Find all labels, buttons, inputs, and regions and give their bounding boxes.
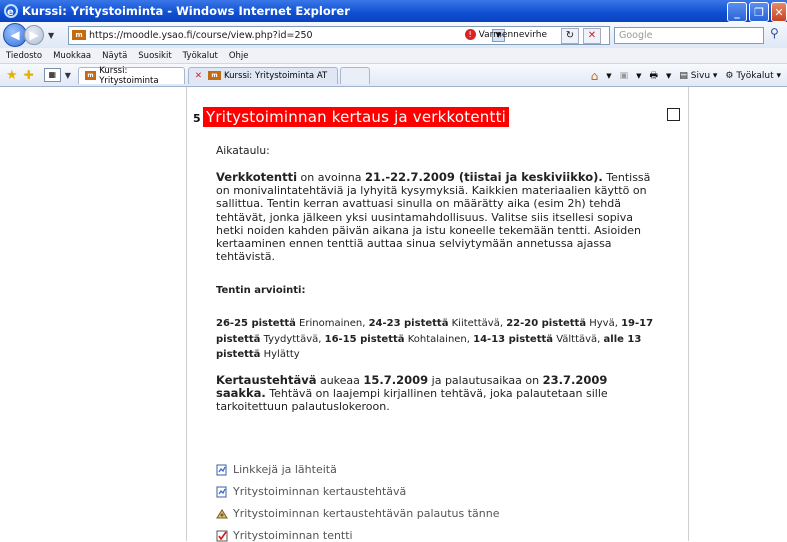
exam-intro-paragraph: Verkkotentti on avoinna 21.-22.7.2009 (t… xyxy=(216,170,661,264)
resource-link-submission[interactable]: Yritystoiminnan kertaustehtävän palautus… xyxy=(216,507,500,520)
moodle-favicon-icon: m xyxy=(72,30,86,40)
task-term: Kertaustehtävä xyxy=(216,373,317,387)
menu-file[interactable]: Tiedosto xyxy=(6,51,42,61)
certificate-error[interactable]: ! Varmennevirhe xyxy=(464,28,547,42)
tab-list-dropdown-icon[interactable]: ▼ xyxy=(65,71,71,80)
search-input[interactable]: Google xyxy=(614,26,764,44)
page-content: 5 Yritystoiminnan kertaus ja verkkotentt… xyxy=(0,87,787,542)
grade-label: Tyydyttävä, xyxy=(260,333,325,345)
exam-text: on avoinna xyxy=(297,171,365,184)
resource-label: Yritystoiminnan kertaustehtävän palautus… xyxy=(233,507,500,520)
section-number: 5 xyxy=(193,112,201,125)
tools-menu-label: Työkalut xyxy=(736,71,774,81)
grade-label: Hyvä, xyxy=(586,318,622,329)
page-menu-label: Sivu xyxy=(690,71,711,81)
section-highlight-checkbox[interactable] xyxy=(667,108,680,121)
shield-error-icon: ! xyxy=(464,29,476,40)
exam-term: Verkkotentti xyxy=(216,170,298,184)
resource-link-review-task[interactable]: Yritystoiminnan kertaustehtävä xyxy=(216,485,406,498)
tab-label: Kurssi: Yritystoiminta AT xyxy=(224,70,328,81)
menu-edit[interactable]: Muokkaa xyxy=(53,51,91,61)
feeds-icon[interactable]: ▣ xyxy=(620,71,629,81)
forward-button[interactable]: ▶ xyxy=(24,25,44,45)
task-paragraph: Kertaustehtävä aukeaa 15.7.2009 ja palau… xyxy=(216,373,661,414)
feeds-dropdown-icon[interactable]: ▼ xyxy=(636,72,641,80)
grading-paragraph: 26-25 pistettä Erinomainen, 24-23 pistet… xyxy=(216,316,661,363)
grade-points: 16-15 pistettä xyxy=(324,333,405,345)
task-open-date: 15.7.2009 xyxy=(363,373,429,387)
task-description: Tehtävä on laajempi kirjallinen tehtävä,… xyxy=(216,387,608,414)
add-favorites-icon[interactable]: ✚ xyxy=(24,68,34,82)
resource-link-exam[interactable]: Yritystoiminnan tentti xyxy=(216,529,353,542)
menu-view[interactable]: Näytä xyxy=(102,51,127,61)
assignment-icon xyxy=(216,508,228,518)
moodle-favicon-icon: m xyxy=(208,71,221,80)
grade-label: Hylätty xyxy=(260,349,300,360)
menu-tools[interactable]: Työkalut xyxy=(183,51,218,61)
svg-text:e: e xyxy=(7,7,14,18)
minimize-button[interactable]: _ xyxy=(727,2,747,22)
exam-dates: 21.-22.7.2009 (tiistai ja keskiviikko). xyxy=(364,170,603,184)
column-divider xyxy=(186,87,187,541)
home-icon[interactable]: ⌂ xyxy=(591,69,599,83)
page-menu[interactable]: ▤ Sivu ▾ xyxy=(679,71,717,81)
print-dropdown-icon[interactable]: ▼ xyxy=(666,72,671,80)
grading-title: Tentin arviointi: xyxy=(216,285,306,296)
stop-button[interactable]: ✕ xyxy=(583,27,601,44)
refresh-button[interactable]: ↻ xyxy=(561,27,579,44)
search-placeholder: Google xyxy=(619,29,653,41)
grade-label: Erinomainen, xyxy=(295,318,369,329)
resource-label: Yritystoiminnan tentti xyxy=(233,529,353,542)
certificate-error-label: Varmennevirhe xyxy=(478,29,547,40)
favorites-star-icon[interactable]: ★ xyxy=(6,68,18,83)
url-field[interactable]: m https://moodle.ysao.fi/course/view.php… xyxy=(68,25,610,45)
menu-favorites[interactable]: Suosikit xyxy=(138,51,171,61)
grade-points: 22-20 pistettä xyxy=(506,318,587,329)
home-dropdown-icon[interactable]: ▼ xyxy=(606,72,611,80)
command-bar: ⌂ ▼ ▣ ▼ 🖶 ▼ ▤ Sivu ▾ ⚙ Työkalut ▾ xyxy=(591,68,781,84)
grade-label: Välttävä, xyxy=(553,333,604,345)
resource-label: Yritystoiminnan kertaustehtävä xyxy=(233,485,407,498)
address-toolbar: ◀ ▶ ▼ m https://moodle.ysao.fi/course/vi… xyxy=(0,22,787,49)
gear-icon: ⚙ xyxy=(725,71,734,81)
close-tab-icon[interactable]: ✕ xyxy=(195,71,202,81)
menu-bar: Tiedosto Muokkaa Näytä Suosikit Työkalut… xyxy=(0,48,787,64)
window-titlebar: e Kurssi: Yritystoiminta - Windows Inter… xyxy=(0,0,787,22)
ie-logo-icon: e xyxy=(4,4,18,18)
tab-yritystoiminta[interactable]: m Kurssi: Yritystoiminta xyxy=(77,65,185,86)
window-title: Kurssi: Yritystoiminta - Windows Interne… xyxy=(22,4,350,18)
maximize-button[interactable]: ❐ xyxy=(749,2,769,22)
page-icon: ▤ xyxy=(679,71,688,81)
resource-link-links[interactable]: Linkkejä ja lähteitä xyxy=(216,463,337,476)
grade-points: 14-13 pistettä xyxy=(473,333,554,345)
page-icon xyxy=(216,486,227,497)
quick-tabs-icon[interactable]: ▦ xyxy=(43,68,61,82)
page-icon xyxy=(216,464,227,475)
history-dropdown-icon[interactable]: ▼ xyxy=(48,31,54,40)
exam-description: Tentissä on monivalintatehtäviä ja lyhyi… xyxy=(216,171,651,264)
grade-label: Kohtalainen, xyxy=(404,333,474,345)
tab-label: Kurssi: Yritystoiminta xyxy=(99,65,159,86)
task-text: ja palautusaikaa on xyxy=(428,374,543,387)
search-icon[interactable]: ⚲ xyxy=(770,26,779,40)
new-tab-button[interactable] xyxy=(339,66,370,84)
print-icon[interactable]: 🖶 xyxy=(650,68,659,84)
quiz-icon xyxy=(216,530,228,541)
url-text: https://moodle.ysao.fi/course/view.php?i… xyxy=(89,29,313,41)
section-title: Yritystoiminnan kertaus ja verkkotentti xyxy=(203,107,510,127)
task-text: aukeaa xyxy=(316,374,364,387)
column-divider xyxy=(688,87,689,541)
moodle-favicon-icon: m xyxy=(84,71,97,80)
tab-yritystoiminta-at[interactable]: ✕ m Kurssi: Yritystoiminta AT xyxy=(187,66,338,84)
grade-points: 26-25 pistettä xyxy=(216,318,296,329)
close-button[interactable]: ✕ xyxy=(771,2,787,22)
tools-menu[interactable]: ⚙ Työkalut ▾ xyxy=(725,71,781,81)
grade-label: Kiitettävä, xyxy=(448,318,507,329)
menu-help[interactable]: Ohje xyxy=(229,51,249,61)
grade-points: 24-23 pistettä xyxy=(368,318,449,329)
schedule-label: Aikataulu: xyxy=(216,144,270,157)
resource-label: Linkkejä ja lähteitä xyxy=(233,463,337,476)
